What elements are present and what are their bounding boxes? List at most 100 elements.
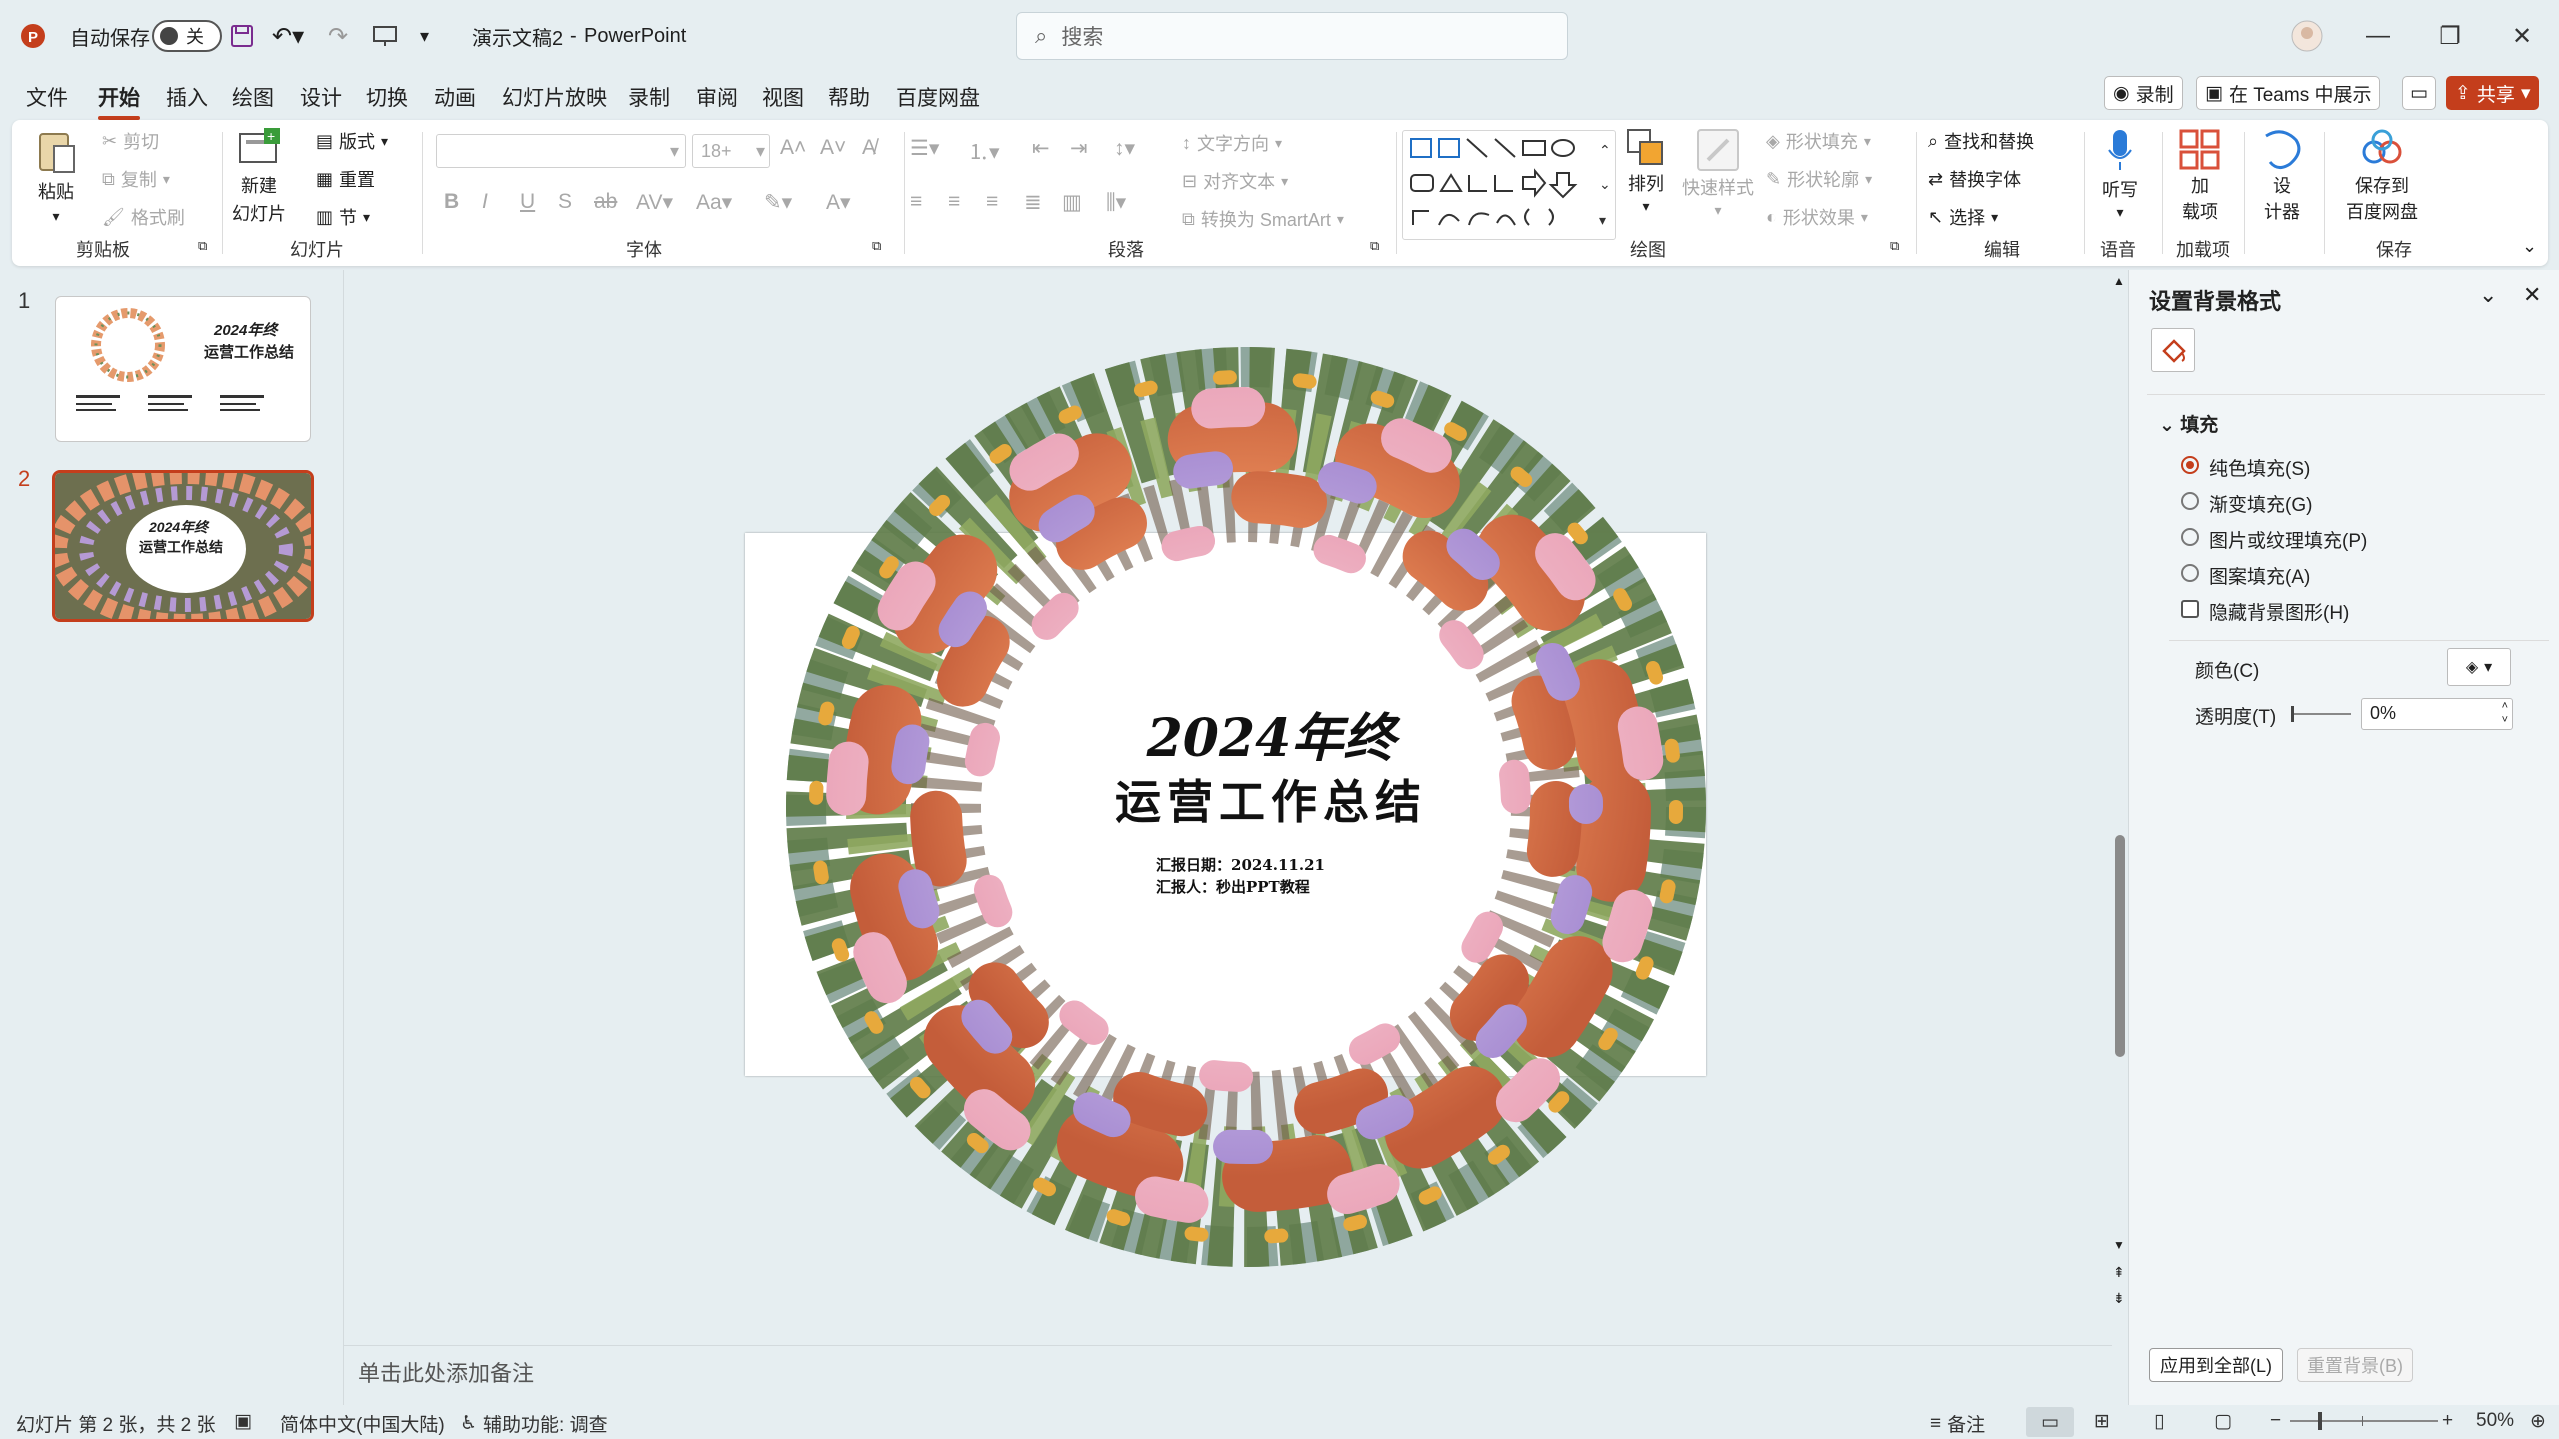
find-replace-button[interactable]: ⌕ 查找和替换 [1928, 128, 2034, 154]
language-status[interactable]: 简体中文(中国大陆) [280, 1410, 445, 1437]
paragraph-launcher-icon[interactable]: ⧉ [1370, 238, 1379, 254]
scrollbar-thumb[interactable] [2115, 835, 2125, 1057]
dictate-button[interactable]: 听写 ▾ [2102, 128, 2138, 221]
tab-insert[interactable]: 插入 [166, 82, 208, 112]
zoom-slider-thumb[interactable] [2318, 1412, 2322, 1430]
strikethrough-icon[interactable]: ab [594, 190, 617, 214]
transparency-input[interactable]: 0% ˄ ˅ [2361, 698, 2513, 730]
picture-fill-label[interactable]: 图片或纹理填充(P) [2209, 526, 2367, 553]
tab-design[interactable]: 设计 [300, 82, 342, 112]
align-right-icon[interactable]: ≡ [986, 190, 998, 214]
tab-view[interactable]: 视图 [762, 82, 804, 112]
italic-icon[interactable]: I [482, 190, 488, 214]
canvas-scrollbar[interactable]: ▲ ▼ ⇞ ⇟ [2112, 270, 2128, 1345]
shrink-font-icon[interactable]: A˅ [820, 136, 846, 160]
teams-button[interactable]: ▣ 在 Teams 中展示 [2196, 76, 2381, 110]
bold-icon[interactable]: B [444, 190, 459, 214]
next-slide-icon[interactable]: ⇟ [2113, 1290, 2125, 1307]
reading-view-icon[interactable]: ▯ [2154, 1410, 2164, 1433]
zoom-out-icon[interactable]: − [2270, 1410, 2281, 1432]
drawing-launcher-icon[interactable]: ⧉ [1890, 238, 1899, 254]
apply-all-button[interactable]: 应用到全部(L) [2149, 1348, 2283, 1382]
solid-fill-label[interactable]: 纯色填充(S) [2209, 454, 2310, 481]
reset-button[interactable]: ▦ 重置 [316, 166, 375, 192]
slide-date-line[interactable]: 汇报日期：2024.11.21 [1156, 854, 1325, 875]
tab-record[interactable]: 录制 [628, 82, 670, 112]
designer-button[interactable]: 设 计器 [2260, 128, 2304, 224]
distributed-icon[interactable]: ▥ [1062, 190, 1082, 215]
font-color-icon[interactable]: A▾ [826, 190, 851, 215]
layout-button[interactable]: ▤ 版式 ▾ [316, 128, 388, 154]
slideshow-view-icon[interactable]: ▢ [2214, 1410, 2232, 1433]
text-direction-button[interactable]: ↕ 文字方向 ▾ [1182, 130, 1282, 156]
arrange-button[interactable]: 排列 ▾ [1626, 128, 1666, 215]
shape-outline-button[interactable]: ✎ 形状轮廓 ▾ [1766, 166, 1872, 192]
addins-button[interactable]: 加 载项 [2178, 128, 2222, 224]
shapes-gallery[interactable]: ⌃ ⌄ ▾ [1402, 130, 1616, 240]
cut-button[interactable]: ✂ 剪切 [102, 128, 159, 154]
picture-fill-radio[interactable] [2181, 528, 2199, 546]
spelling-icon[interactable]: ▣ [234, 1410, 252, 1433]
reset-background-button[interactable]: 重置背景(B) [2297, 1348, 2413, 1382]
font-family-combo[interactable]: ▾ [436, 134, 686, 168]
pane-close-icon[interactable]: ✕ [2523, 282, 2541, 308]
scroll-up-icon[interactable]: ▲ [2113, 274, 2125, 288]
convert-smartart-button[interactable]: ⧉ 转换为 SmartArt ▾ [1182, 206, 1344, 232]
solid-fill-radio[interactable] [2181, 456, 2199, 474]
redo-icon[interactable]: ↷ [328, 0, 348, 72]
save-baidu-button[interactable]: 保存到 百度网盘 [2346, 128, 2418, 224]
increase-indent-icon[interactable]: ⇥ [1070, 136, 1088, 161]
autosave-toggle[interactable]: 关 [152, 0, 222, 72]
slide-title-line1[interactable]: 2024年终 [1046, 696, 1496, 771]
align-center-icon[interactable]: ≡ [948, 190, 960, 214]
gradient-fill-label[interactable]: 渐变填充(G) [2209, 490, 2312, 517]
search-input[interactable]: ⌕ 搜索 [1016, 12, 1568, 60]
char-spacing-icon[interactable]: AV▾ [636, 190, 673, 215]
section-button[interactable]: ▥ 节 ▾ [316, 204, 370, 230]
shape-effects-button[interactable]: ◐ 形状效果 ▾ [1766, 204, 1868, 230]
zoom-in-icon[interactable]: + [2442, 1410, 2453, 1432]
accessibility-status[interactable]: ♿ 辅助功能: 调查 [460, 1410, 608, 1437]
paste-button[interactable]: 粘贴 ▾ [36, 128, 76, 225]
numbering-icon[interactable]: ⒈▾ [968, 136, 1000, 166]
notes-toggle-button[interactable]: ≡ 备注 [1930, 1410, 1985, 1437]
notes-pane[interactable]: 单击此处添加备注 [344, 1345, 2112, 1405]
hide-bg-checkbox[interactable] [2181, 600, 2199, 618]
fit-to-window-icon[interactable]: ⊕ [2530, 1410, 2546, 1433]
restore-icon[interactable]: ❐ [2414, 0, 2486, 72]
tab-animations[interactable]: 动画 [434, 82, 476, 112]
undo-icon[interactable]: ↶▾ [272, 0, 304, 72]
normal-view-icon[interactable]: ▭ [2026, 1407, 2074, 1437]
gradient-fill-radio[interactable] [2181, 492, 2199, 510]
justify-icon[interactable]: ≣ [1024, 190, 1042, 215]
pattern-fill-radio[interactable] [2181, 564, 2199, 582]
fill-tab-button[interactable] [2151, 328, 2195, 372]
quick-styles-button[interactable]: 快速样式 ▾ [1682, 128, 1754, 219]
tab-draw[interactable]: 绘图 [232, 82, 274, 112]
present-icon[interactable] [372, 0, 398, 72]
change-case-icon[interactable]: Aa▾ [696, 190, 732, 215]
columns-icon[interactable]: ⫼▾ [1106, 190, 1126, 215]
line-spacing-icon[interactable]: ↕▾ [1114, 136, 1135, 161]
color-picker-button[interactable]: ◈ ▾ [2447, 648, 2511, 686]
new-slide-button[interactable]: + 新建 幻灯片 [232, 128, 286, 226]
tab-slideshow[interactable]: 幻灯片放映 [502, 82, 607, 112]
slide-title-line2[interactable]: 运营工作总结 [1046, 766, 1496, 832]
zoom-level[interactable]: 50% [2476, 1410, 2514, 1432]
bullets-icon[interactable]: ☰▾ [910, 136, 939, 161]
clear-format-icon[interactable]: A̸ [862, 136, 876, 160]
record-button[interactable]: ◉ 录制 [2104, 76, 2183, 110]
transparency-slider[interactable] [2291, 704, 2351, 724]
collapse-ribbon-icon[interactable]: ⌄ [2522, 236, 2537, 257]
close-icon[interactable]: ✕ [2486, 0, 2558, 72]
tab-baidu[interactable]: 百度网盘 [896, 82, 980, 112]
decrease-indent-icon[interactable]: ⇤ [1032, 136, 1050, 161]
clipboard-launcher-icon[interactable]: ⧉ [198, 238, 207, 254]
tab-review[interactable]: 审阅 [696, 82, 738, 112]
underline-icon[interactable]: U [520, 190, 535, 214]
align-text-button[interactable]: ⊟ 对齐文本 ▾ [1182, 168, 1288, 194]
avatar[interactable] [2290, 0, 2324, 72]
hide-bg-label[interactable]: 隐藏背景图形(H) [2209, 598, 2349, 625]
tab-home[interactable]: 开始 [98, 82, 140, 120]
slide-sorter-icon[interactable]: ⊞ [2094, 1410, 2110, 1433]
